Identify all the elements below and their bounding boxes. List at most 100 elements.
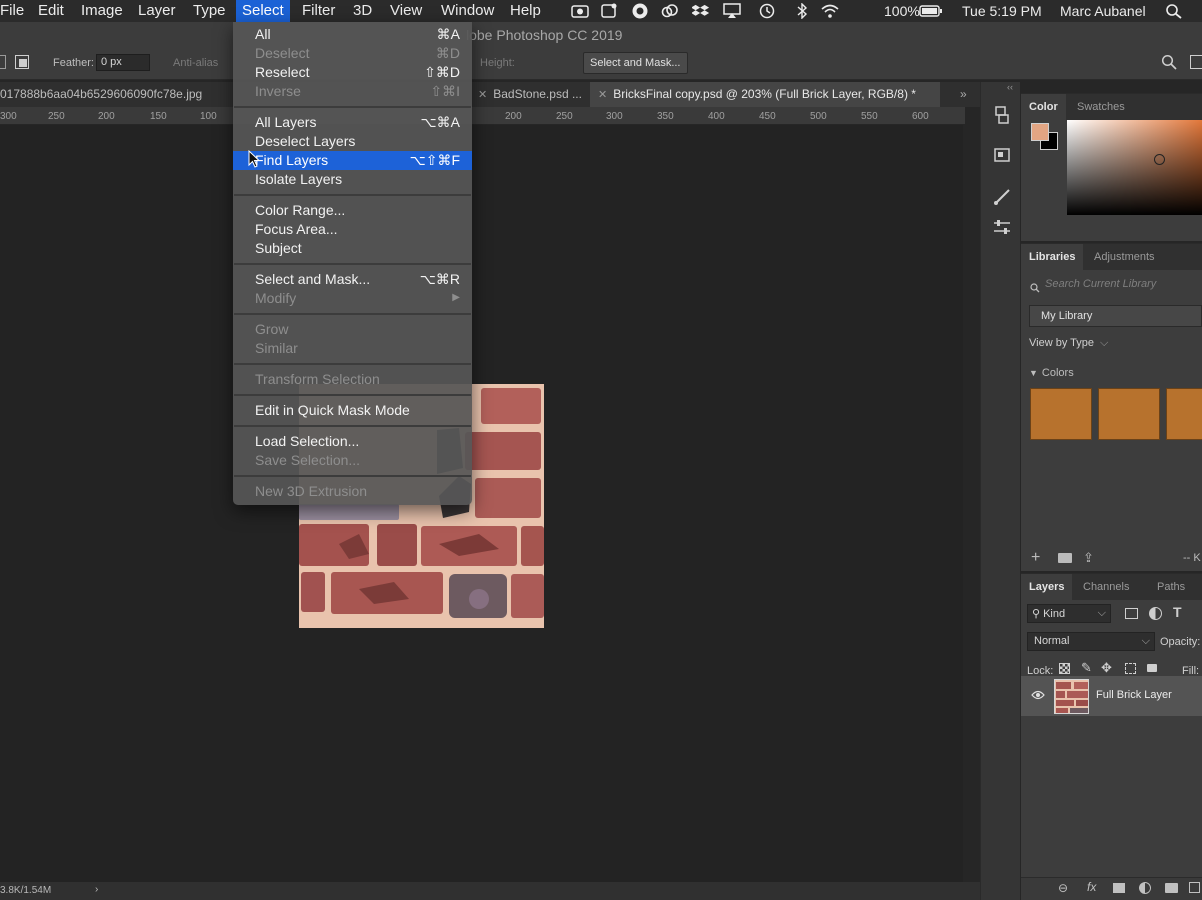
colors-section-header[interactable]: ▼ Colors [1029, 367, 1074, 379]
menu-item-similar[interactable]: Similar [233, 339, 472, 358]
properties-icon[interactable] [991, 144, 1013, 166]
menu-edit[interactable]: Edit [32, 0, 70, 22]
menu-item-all[interactable]: All ⌘A [233, 25, 472, 44]
close-icon[interactable]: ✕ [598, 89, 607, 101]
tab-adjustments[interactable]: Adjustments [1086, 244, 1163, 270]
add-icon[interactable]: + [1031, 549, 1040, 567]
bluetooth-icon[interactable] [793, 3, 811, 19]
layer-kind-filter[interactable]: ⚲ Kind ⌵ [1027, 604, 1111, 623]
workspace-icon[interactable] [1190, 55, 1202, 69]
blend-mode-select[interactable]: Normal ⌵ [1027, 632, 1155, 651]
record-icon[interactable] [631, 3, 649, 19]
menu-select[interactable]: Select [236, 0, 290, 22]
menu-item-new-3d-extrusion[interactable]: New 3D Extrusion [233, 482, 472, 501]
adjustments-icon[interactable] [991, 216, 1013, 238]
menu-view[interactable]: View [384, 0, 428, 22]
library-color-swatch[interactable] [1166, 388, 1202, 440]
battery-icon[interactable] [919, 3, 943, 19]
horizontal-ruler[interactable]: 300 250 200 150 100 200 250 300 350 400 … [0, 107, 965, 125]
eye-icon[interactable] [1031, 689, 1045, 701]
tab-swatches[interactable]: Swatches [1069, 94, 1133, 120]
menu-item-transform-selection[interactable]: Transform Selection [233, 370, 472, 389]
collapse-icon[interactable]: ‹‹ [1007, 82, 1013, 92]
document-canvas[interactable] [0, 125, 963, 882]
pixel-layer-filter-icon[interactable] [1125, 608, 1138, 619]
menu-item-deselect[interactable]: Deselect ⌘D [233, 44, 472, 63]
menu-item-inverse[interactable]: Inverse ⇧⌘I [233, 82, 472, 101]
new-adjustment-icon[interactable] [1139, 882, 1151, 894]
feather-input[interactable]: 0 px [96, 54, 150, 71]
menu-item-modify[interactable]: Modify ▶ [233, 289, 472, 308]
camera-icon[interactable] [571, 3, 589, 19]
menu-item-all-layers[interactable]: All Layers ⌥⌘A [233, 113, 472, 132]
menu-item-save-selection[interactable]: Save Selection... [233, 451, 472, 470]
tab-bricksfinal[interactable]: ✕ BricksFinal copy.psd @ 203% (Full Brick… [590, 82, 940, 107]
lock-all-icon[interactable] [1147, 664, 1157, 672]
group-folder-icon[interactable] [1165, 883, 1178, 893]
new-layer-icon[interactable] [1189, 882, 1200, 893]
tab-layers[interactable]: Layers [1021, 574, 1073, 600]
menu-item-subject[interactable]: Subject [233, 239, 472, 258]
upload-icon[interactable]: ⇪ [1083, 550, 1094, 566]
menu-item-find-layers[interactable]: Find Layers ⌥⇧⌘F [233, 151, 472, 170]
color-picker-field[interactable] [1067, 120, 1202, 215]
creative-cloud-icon[interactable] [661, 3, 679, 19]
brush-icon[interactable] [991, 186, 1013, 208]
menu-filter[interactable]: Filter [296, 0, 341, 22]
spotlight-search-icon[interactable] [1165, 3, 1183, 19]
mask-icon[interactable] [1113, 883, 1125, 893]
select-and-mask-button[interactable]: Select and Mask... [583, 52, 688, 74]
color-picker-handle[interactable] [1154, 154, 1165, 165]
menu-item-color-range[interactable]: Color Range... [233, 201, 472, 220]
layer-row[interactable]: Full Brick Layer [1021, 676, 1202, 716]
library-color-swatch[interactable] [1030, 388, 1092, 440]
foreground-color-swatch[interactable] [1031, 123, 1049, 141]
status-menu-arrow[interactable]: › [95, 884, 98, 895]
tab-paths[interactable]: Paths [1149, 574, 1193, 600]
library-color-swatch[interactable] [1098, 388, 1160, 440]
dropbox-icon[interactable] [692, 3, 710, 19]
notification-icon[interactable] [600, 3, 618, 19]
menu-item-load-selection[interactable]: Load Selection... [233, 432, 472, 451]
tab-color[interactable]: Color [1021, 94, 1066, 120]
lock-move-icon[interactable]: ✥ [1101, 660, 1112, 676]
user-name[interactable]: Marc Aubanel [1060, 0, 1146, 22]
lock-transparency-icon[interactable] [1059, 663, 1070, 674]
library-search-input[interactable]: Search Current Library [1029, 275, 1202, 295]
folder-icon[interactable] [1058, 553, 1072, 563]
menu-layer[interactable]: Layer [132, 0, 182, 22]
lock-brush-icon[interactable]: ✎ [1081, 660, 1092, 676]
menu-item-grow[interactable]: Grow [233, 320, 472, 339]
menu-item-deselect-layers[interactable]: Deselect Layers [233, 132, 472, 151]
fx-icon[interactable]: fx [1087, 880, 1096, 894]
tab-jpg-document[interactable]: 017888b6aa04b6529606090fc78e.jpg [0, 82, 210, 107]
tab-channels[interactable]: Channels [1075, 574, 1137, 600]
library-select[interactable]: My Library [1029, 305, 1202, 327]
menu-type[interactable]: Type [187, 0, 232, 22]
tab-libraries[interactable]: Libraries [1021, 244, 1084, 270]
clock[interactable]: Tue 5:19 PM [962, 0, 1042, 22]
link-layers-icon[interactable]: ⊖ [1058, 881, 1068, 895]
lock-artboard-icon[interactable] [1125, 663, 1136, 674]
selection-mode-icon[interactable] [0, 55, 6, 69]
search-icon[interactable] [1161, 54, 1177, 70]
airplay-icon[interactable] [723, 3, 741, 19]
menu-file[interactable]: File [0, 0, 30, 22]
tab-overflow-icon[interactable]: » [952, 82, 975, 107]
menu-window[interactable]: Window [435, 0, 500, 22]
wifi-icon[interactable] [821, 3, 839, 19]
antialias-label[interactable]: Anti-alias [173, 57, 218, 69]
menu-3d[interactable]: 3D [347, 0, 378, 22]
menu-image[interactable]: Image [75, 0, 129, 22]
menu-item-quick-mask[interactable]: Edit in Quick Mask Mode [233, 401, 472, 420]
adjustment-filter-icon[interactable] [1149, 607, 1162, 620]
layer-name[interactable]: Full Brick Layer [1096, 689, 1172, 701]
close-icon[interactable]: ✕ [478, 89, 487, 101]
menu-item-select-and-mask[interactable]: Select and Mask... ⌥⌘R [233, 270, 472, 289]
tab-badstone[interactable]: ✕ BadStone.psd ... [470, 82, 590, 107]
history-icon[interactable] [991, 104, 1013, 126]
menu-item-reselect[interactable]: Reselect ⇧⌘D [233, 63, 472, 82]
menu-item-focus-area[interactable]: Focus Area... [233, 220, 472, 239]
time-machine-icon[interactable] [758, 3, 776, 19]
menu-help[interactable]: Help [504, 0, 547, 22]
